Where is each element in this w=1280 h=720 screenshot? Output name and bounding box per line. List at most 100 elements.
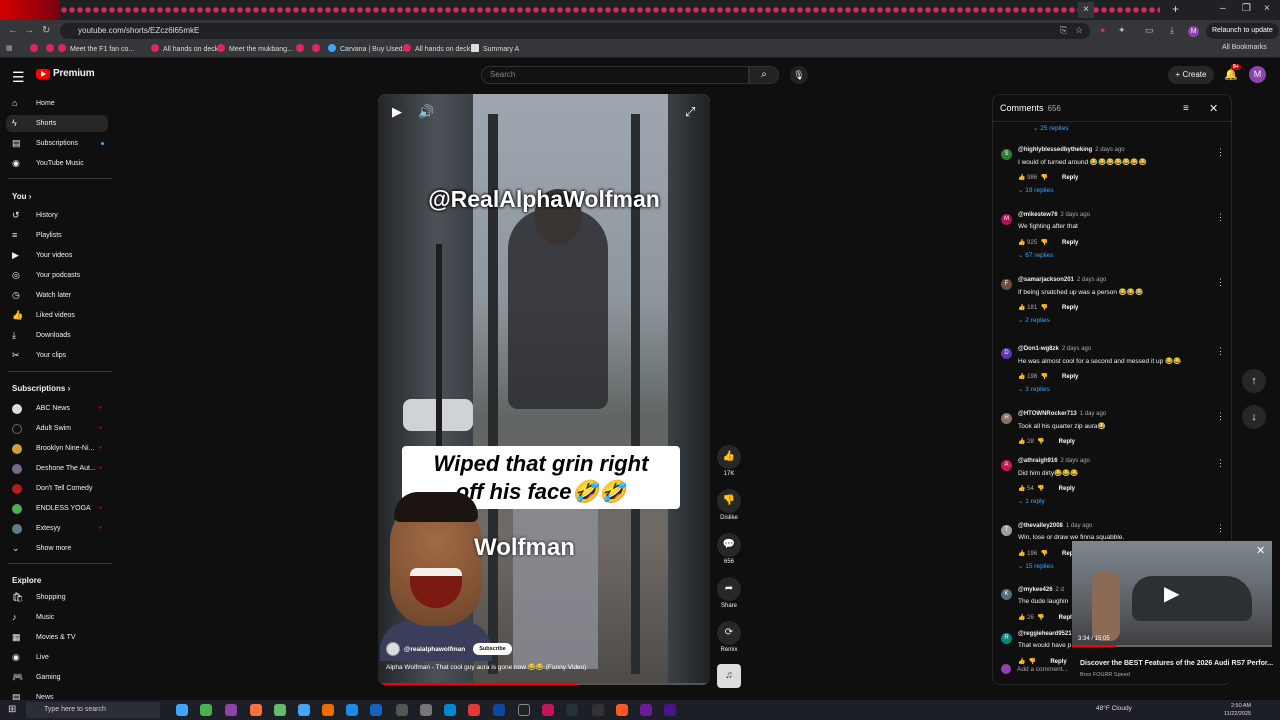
extensions-icon[interactable]: ✦ (1118, 25, 1126, 36)
bookmark-icon-only[interactable] (30, 44, 42, 53)
app-icon[interactable] (444, 704, 456, 716)
create-button[interactable]: + Create (1168, 66, 1214, 84)
like-button[interactable]: 👍 17K (716, 445, 742, 477)
replies-toggle[interactable]: ⌄ 15 replies (1018, 562, 1053, 570)
minimize-icon[interactable]: – (1220, 3, 1226, 14)
sidebar-item-gaming[interactable]: 🎮 Gaming (6, 669, 108, 686)
comment-author[interactable]: @thevalley2008 1 day ago (1018, 523, 1092, 529)
sidebar-item-home[interactable]: ⌂ Home (6, 95, 108, 112)
reload-icon[interactable]: ↻ (42, 25, 50, 36)
app-icon[interactable] (274, 704, 286, 716)
url-field[interactable]: youtube.com/shorts/EZcz6l65mkE (60, 23, 1090, 39)
thumbs-up-icon[interactable]: 👍 (1018, 551, 1025, 557)
sidebar-item-shopping[interactable]: 🛍 Shopping (6, 589, 108, 606)
channel-name[interactable]: @realalphawolfman (404, 646, 465, 653)
commenter-avatar[interactable]: H (1001, 413, 1012, 424)
active-tab-close-icon[interactable]: × (1078, 2, 1094, 18)
commenter-avatar[interactable]: A (1001, 460, 1012, 471)
bookmark-item[interactable] (46, 44, 58, 53)
app-icon[interactable] (518, 704, 530, 716)
mic-icon[interactable]: 🎙 (790, 66, 808, 84)
comment-menu-icon[interactable]: ⋮ (1216, 458, 1225, 469)
reply-button[interactable]: Reply (1059, 486, 1075, 492)
more-options-icon[interactable]: ⋮ (661, 106, 671, 117)
sidebar-item-youtube-music[interactable]: ◉ YouTube Music (6, 155, 108, 172)
sidebar-item-history[interactable]: ↺ History (6, 207, 108, 224)
comment-author[interactable]: @highlyblessedbytheking 2 days ago (1018, 147, 1125, 153)
commenter-avatar[interactable]: S (1001, 149, 1012, 160)
play-icon[interactable]: ▶ (392, 104, 402, 120)
sidebar-sub-dont-tell-comedy[interactable]: Don't Tell Comedy (6, 480, 108, 497)
tab-list[interactable] (60, 5, 1160, 15)
clock[interactable]: 2:50 AM 11/22/2025 (1224, 702, 1251, 718)
thumbs-up-icon[interactable]: 👍 (1018, 439, 1025, 445)
download-icon[interactable]: ⤓ (1170, 25, 1174, 36)
audio-button[interactable]: ♫ (716, 664, 742, 688)
next-short-button[interactable]: ↓ (1242, 405, 1266, 429)
sidebar-item-liked-videos[interactable]: 👍 Liked videos (6, 307, 108, 324)
miniplayer-channel[interactable]: Bros FOURR Speed (1080, 672, 1130, 678)
close-icon[interactable]: ✕ (1209, 102, 1218, 115)
sidebar-sub-endless-yoga[interactable]: ENDLESS YOGA ● (6, 500, 108, 517)
dislike-button[interactable]: 👎 Dislike (716, 489, 742, 521)
install-icon[interactable]: ⎘ (1060, 25, 1067, 36)
reply-button[interactable]: Reply (1062, 374, 1078, 380)
subscribe-button[interactable]: Subscribe (473, 643, 512, 655)
bookmark-item[interactable]: Summary A (471, 44, 519, 53)
back-icon[interactable]: ← (8, 25, 18, 36)
miniplayer[interactable]: ▶ ✕ 3:34 / 15:05 Discover the BEST Featu… (1072, 541, 1273, 682)
sidebar-item-live[interactable]: ◉ Live (6, 649, 108, 666)
commenter-avatar[interactable]: R (1001, 633, 1012, 644)
commenter-avatar[interactable]: M (1001, 214, 1012, 225)
thumbs-down-icon[interactable]: 👎 (1041, 240, 1048, 246)
notifications-icon[interactable]: 🔔 9+ (1224, 64, 1241, 81)
new-tab-icon[interactable]: + (1172, 2, 1179, 16)
app-icon[interactable] (616, 704, 628, 716)
sidebar-item-movies-tv[interactable]: ▦ Movies & TV (6, 629, 108, 646)
subscriptions-heading[interactable]: Subscriptions › (12, 384, 70, 393)
commenter-avatar[interactable]: D (1001, 348, 1012, 359)
replies-toggle[interactable]: ⌄ 19 replies (1018, 186, 1053, 194)
pinned-tab[interactable] (0, 0, 60, 20)
miniplayer-title[interactable]: Discover the BEST Features of the 2026 A… (1080, 660, 1273, 667)
thumbs-down-icon[interactable]: 👎 (1037, 486, 1044, 492)
sidebar-item-your-videos[interactable]: ▶ Your videos (6, 247, 108, 264)
app-icon[interactable] (542, 704, 554, 716)
comments-button[interactable]: 💬 656 (716, 533, 742, 565)
close-icon[interactable]: ✕ (1256, 544, 1265, 557)
maximize-icon[interactable]: ❐ (1242, 3, 1251, 14)
app-icon[interactable] (566, 704, 578, 716)
sidebar-item-your-clips[interactable]: ✂ Your clips (6, 347, 108, 364)
account-avatar[interactable]: M (1249, 66, 1266, 83)
app-icon[interactable] (370, 704, 382, 716)
search-button[interactable]: ⌕ (749, 66, 779, 84)
menu-icon[interactable]: ☰ (12, 69, 25, 86)
reply-button[interactable]: Reply (1059, 439, 1075, 445)
app-icon[interactable] (322, 704, 334, 716)
bookmark-item[interactable]: Meet the mukbang... (217, 44, 293, 53)
reply-button[interactable]: Reply (1062, 175, 1078, 181)
comment-menu-icon[interactable]: ⋮ (1216, 523, 1225, 534)
commenter-avatar[interactable]: K (1001, 589, 1012, 600)
search-input[interactable]: Search (481, 66, 749, 84)
windows-start-icon[interactable]: ⊞ (8, 704, 16, 715)
edge-icon[interactable] (176, 704, 188, 716)
comment-menu-icon[interactable]: ⋮ (1216, 147, 1225, 158)
replies-toggle[interactable]: ⌄ 25 replies (1033, 124, 1068, 132)
sidebar-item-shorts[interactable]: ϟ Shorts (6, 115, 108, 132)
youtube-logo[interactable]: Premium (36, 68, 95, 79)
reply-button[interactable]: Reply (1062, 240, 1078, 246)
remix-button[interactable]: ⟳ Remix (716, 621, 742, 653)
thumbs-down-icon[interactable]: 👎 (1041, 305, 1048, 311)
shorts-player[interactable]: @RealAlphaWolfman Wiped that grin right o… (378, 94, 710, 685)
comment-author[interactable]: @HTOWNRocker713 1 day ago (1018, 411, 1106, 417)
miniplayer-video[interactable]: ▶ ✕ 3:34 / 15:05 (1072, 541, 1272, 646)
comment-author[interactable]: @mikestew76 2 days ago (1018, 212, 1090, 218)
channel-avatar[interactable] (386, 642, 400, 656)
app-icon[interactable] (396, 704, 408, 716)
thumbs-down-icon[interactable]: 👎 (1041, 374, 1048, 380)
replies-toggle[interactable]: ⌄ 1 reply (1018, 497, 1045, 505)
profile-avatar[interactable]: M (1188, 26, 1199, 37)
thumbs-up-icon[interactable]: 👍 (1018, 240, 1025, 246)
miniplayer-progress[interactable] (1072, 645, 1272, 647)
